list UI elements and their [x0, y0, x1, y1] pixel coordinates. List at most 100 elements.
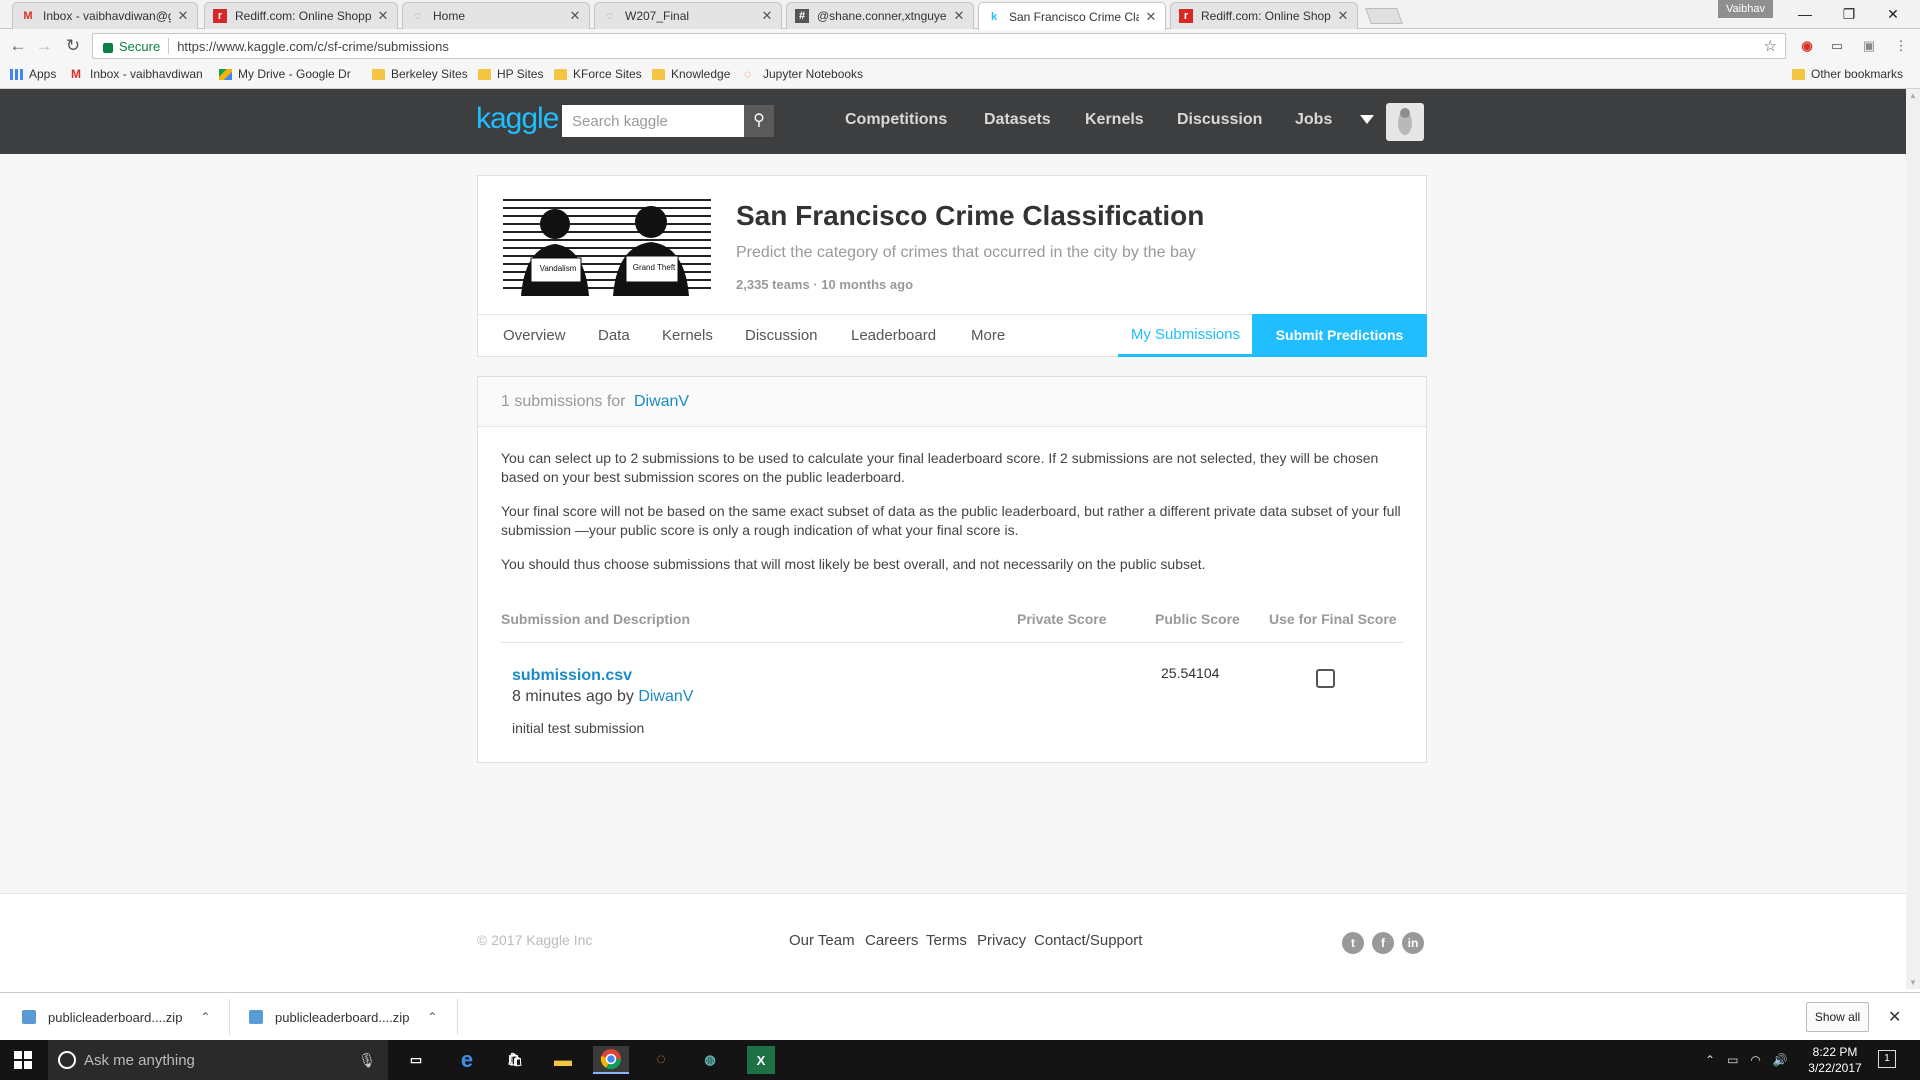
bookmark-folder[interactable]: KForce Sites	[554, 67, 642, 81]
user-link[interactable]: DiwanV	[634, 393, 689, 410]
chevron-up-icon[interactable]: ⌃	[1705, 1053, 1715, 1067]
competition-header-card: Vandalism Grand Theft San Francisco Crim…	[477, 175, 1427, 357]
footer-link-terms[interactable]: Terms	[926, 932, 967, 949]
new-tab-button[interactable]	[1365, 8, 1403, 24]
profile-name[interactable]: Vaibhav	[1718, 0, 1773, 18]
bookmark-folder[interactable]: HP Sites	[478, 67, 543, 81]
kaggle-logo[interactable]: kaggle	[476, 102, 559, 136]
tab-my-submissions[interactable]: My Submissions	[1118, 315, 1253, 357]
sign-label: Vandalism	[539, 264, 577, 273]
close-icon[interactable]: ✕	[953, 8, 965, 24]
search-icon[interactable]: ⚲	[744, 105, 774, 137]
store-icon[interactable]: 🛍	[497, 1046, 533, 1074]
linkedin-icon[interactable]: in	[1402, 932, 1424, 954]
page-title: San Francisco Crime Classification	[736, 200, 1205, 231]
search-input[interactable]: Search kaggle	[562, 105, 744, 137]
extension-icon[interactable]: ◉	[1796, 35, 1818, 57]
bookmark-jupyter[interactable]: ◌ Jupyter Notebooks	[744, 67, 863, 81]
restore-icon[interactable]: ❐	[1834, 4, 1864, 24]
user-link[interactable]: DiwanV	[638, 688, 693, 705]
forward-icon[interactable]: →	[33, 35, 55, 57]
close-icon[interactable]: ✕	[177, 8, 189, 24]
reload-icon[interactable]: ↻	[62, 35, 84, 57]
chevron-down-icon[interactable]	[1360, 115, 1374, 124]
folder-icon	[372, 68, 385, 80]
wifi-icon[interactable]: ◠	[1750, 1053, 1760, 1067]
excel-icon[interactable]: X	[747, 1046, 775, 1074]
browser-tab-active[interactable]: k San Francisco Crime Clas ✕	[978, 2, 1166, 30]
submit-predictions-button[interactable]: Submit Predictions	[1252, 314, 1427, 357]
nav-competitions[interactable]: Competitions	[845, 111, 947, 129]
close-icon[interactable]: ✕	[569, 8, 581, 24]
app-icon[interactable]: ◍	[692, 1046, 728, 1074]
show-all-button[interactable]: Show all	[1806, 1002, 1869, 1032]
bookmark-star-icon[interactable]: ☆	[1764, 37, 1777, 55]
microphone-icon[interactable]: 🎙	[358, 1052, 376, 1069]
scrollbar[interactable]: ▲ ▼	[1906, 89, 1920, 989]
footer-link-contact[interactable]: Contact/Support	[1034, 932, 1142, 949]
nav-jobs[interactable]: Jobs	[1295, 111, 1332, 129]
tab-kernels[interactable]: Kernels	[662, 327, 713, 344]
minimize-icon[interactable]: —	[1790, 4, 1820, 24]
close-icon[interactable]: ✕	[1337, 8, 1349, 24]
download-item[interactable]: publicleaderboard....zip ⌃	[22, 993, 210, 1041]
tab-overview[interactable]: Overview	[503, 327, 566, 344]
task-view-icon[interactable]: ▭	[398, 1046, 434, 1074]
browser-tab[interactable]: ◌ Home ✕	[402, 2, 590, 29]
bookmark-inbox[interactable]: M Inbox - vaibhavdiwan	[71, 67, 203, 81]
footer-link-careers[interactable]: Careers	[865, 932, 918, 949]
browser-tab[interactable]: # @shane.conner,xtnguyer ✕	[786, 2, 974, 29]
nav-discussion[interactable]: Discussion	[1177, 111, 1262, 129]
menu-icon[interactable]: ⋮	[1890, 35, 1912, 57]
address-bar[interactable]: Secure https://www.kaggle.com/c/sf-crime…	[92, 33, 1786, 59]
browser-tab[interactable]: ◌ W207_Final ✕	[594, 2, 782, 29]
close-icon[interactable]: ✕	[761, 8, 773, 24]
footer-link-our-team[interactable]: Our Team	[789, 932, 855, 949]
close-window-icon[interactable]: ✕	[1878, 4, 1908, 24]
cast-icon[interactable]: ▭	[1826, 35, 1848, 57]
bookmark-label: Berkeley Sites	[391, 67, 468, 81]
cortana-search[interactable]: Ask me anything 🎙	[48, 1040, 388, 1080]
tab-discussion[interactable]: Discussion	[745, 327, 818, 344]
browser-tab[interactable]: r Rediff.com: Online Shopp ✕	[1170, 2, 1358, 29]
twitter-icon[interactable]: t	[1342, 932, 1364, 954]
close-icon[interactable]: ✕	[377, 8, 389, 24]
use-for-final-checkbox[interactable]	[1316, 669, 1335, 688]
extension-puzzle-icon[interactable]: ▣	[1858, 35, 1880, 57]
chevron-up-icon[interactable]: ⌃	[200, 1010, 210, 1024]
other-bookmarks[interactable]: Other bookmarks	[1792, 67, 1903, 81]
browser-tab[interactable]: M Inbox - vaibhavdiwan@g ✕	[12, 2, 198, 29]
volume-icon[interactable]: 🔊	[1773, 1053, 1788, 1067]
close-icon[interactable]: ✕	[1888, 1007, 1901, 1027]
back-icon[interactable]: ←	[7, 35, 29, 57]
browser-tab[interactable]: r Rediff.com: Online Shopp ✕	[204, 2, 398, 29]
jupyter-icon[interactable]: ◌	[643, 1046, 679, 1074]
windows-start-icon[interactable]	[14, 1051, 32, 1069]
nav-datasets[interactable]: Datasets	[984, 111, 1051, 129]
edge-icon[interactable]: e	[449, 1046, 485, 1074]
close-icon[interactable]: ✕	[1145, 9, 1157, 25]
facebook-icon[interactable]: f	[1372, 932, 1394, 954]
file-explorer-icon[interactable]: ▬	[545, 1046, 581, 1074]
chevron-up-icon[interactable]: ⌃	[427, 1010, 437, 1024]
chrome-icon[interactable]	[593, 1046, 629, 1074]
gmail-icon: M	[71, 66, 81, 81]
url-text[interactable]: https://www.kaggle.com/c/sf-crime/submis…	[177, 39, 1763, 54]
submission-file-link[interactable]: submission.csv	[512, 667, 632, 685]
avatar[interactable]	[1386, 103, 1424, 141]
bookmark-drive[interactable]: My Drive - Google Dr	[219, 67, 351, 81]
download-item[interactable]: publicleaderboard....zip ⌃	[249, 993, 437, 1041]
scroll-down-icon[interactable]: ▼	[1909, 978, 1917, 987]
bookmark-folder[interactable]: Knowledge	[652, 67, 730, 81]
footer-link-privacy[interactable]: Privacy	[977, 932, 1026, 949]
nav-kernels[interactable]: Kernels	[1085, 111, 1144, 129]
bookmark-folder[interactable]: Berkeley Sites	[372, 67, 468, 81]
tab-data[interactable]: Data	[598, 327, 630, 344]
system-clock[interactable]: 8:22 PM 3/22/2017	[1806, 1044, 1864, 1076]
scroll-up-icon[interactable]: ▲	[1909, 91, 1917, 100]
notification-icon[interactable]: 1	[1878, 1050, 1896, 1068]
tab-more[interactable]: More	[971, 327, 1005, 344]
bookmark-apps[interactable]: Apps	[10, 67, 56, 81]
battery-icon[interactable]: ▭	[1727, 1053, 1738, 1067]
tab-leaderboard[interactable]: Leaderboard	[851, 327, 936, 344]
